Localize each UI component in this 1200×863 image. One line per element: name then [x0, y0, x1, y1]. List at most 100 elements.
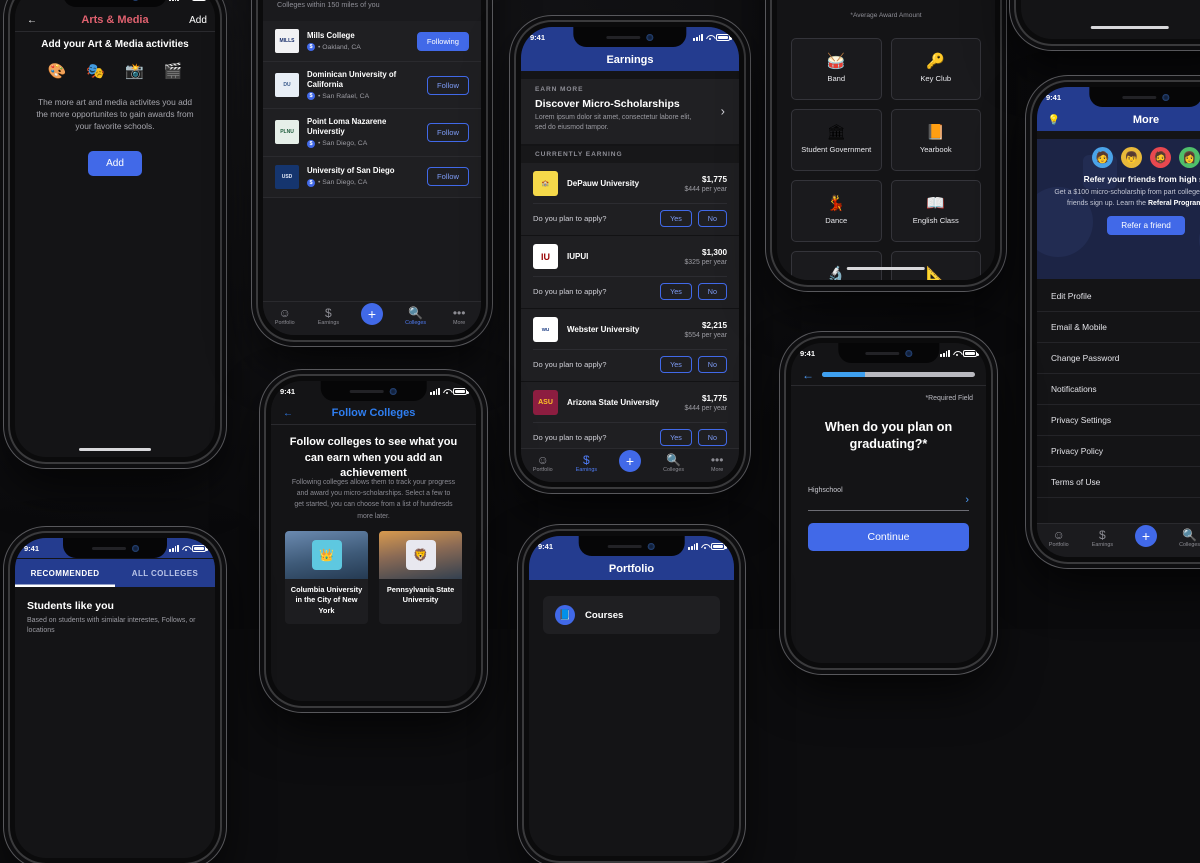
- cellular-icon: [688, 542, 698, 550]
- palette-icon: 🎨: [47, 63, 67, 80]
- menu-item-change-password[interactable]: Change Password: [1037, 343, 1200, 374]
- menu-item-terms-of-use[interactable]: Terms of Use: [1037, 467, 1200, 498]
- per-year-amount: $554 per year: [684, 331, 727, 339]
- avatar: 🧔: [1150, 147, 1171, 168]
- onboarding-nav: ←: [791, 364, 986, 386]
- refer-policy-link[interactable]: Referal Program Policy: [1148, 200, 1200, 207]
- menu-item-edit-profile[interactable]: Edit Profile: [1037, 281, 1200, 312]
- dollar-badge-icon: $: [307, 92, 315, 101]
- continue-button[interactable]: Continue: [808, 523, 969, 551]
- list-item[interactable]: MILLS Mills College $ • Oakland, CA Foll…: [263, 21, 481, 62]
- tab-portfolio[interactable]: ☺ Portfolio: [1037, 529, 1081, 548]
- add-action-button[interactable]: Add: [181, 15, 215, 26]
- menu-item-privacy-settings[interactable]: Privacy Settings: [1037, 405, 1200, 436]
- list-item[interactable]: PLNU Point Loma Nazarene Universtiy $ • …: [263, 109, 481, 157]
- more-menu-list[interactable]: Edit Profile Email & Mobile Change Passw…: [1037, 281, 1200, 523]
- tab-colleges[interactable]: 🔍 Colleges: [394, 307, 438, 326]
- wifi-icon: [182, 0, 190, 1]
- home-indicator: [79, 448, 151, 451]
- tab-earnings[interactable]: $ Earnings: [1081, 529, 1125, 548]
- yes-button[interactable]: Yes: [660, 356, 692, 373]
- follow-button[interactable]: Follow: [427, 122, 469, 142]
- college-card[interactable]: 🦁 Pennsylvania State University: [379, 531, 462, 625]
- section-subheading: Based on students with simialar interest…: [27, 617, 196, 635]
- plus-icon[interactable]: +: [1134, 525, 1157, 547]
- back-button[interactable]: ←: [802, 369, 814, 381]
- activity-cell-science-class[interactable]: 🔬Science Class: [791, 251, 882, 280]
- menu-item-privacy-policy[interactable]: Privacy Policy: [1037, 436, 1200, 467]
- follow-button[interactable]: Follow: [427, 75, 469, 95]
- activity-cell-key-club[interactable]: 🔑 Key Club: [890, 38, 981, 100]
- tab-portfolio[interactable]: ☺ Portfolio: [521, 454, 565, 473]
- activities-grid[interactable]: 🥁 Band 🔑 Key Club 🏛 Student Government 📙 Yea…: [791, 38, 981, 280]
- graduation-select[interactable]: Highschool ›: [808, 487, 969, 511]
- earn-more-promo[interactable]: EARN MORE Discover Micro-Scholarships Lo…: [521, 79, 739, 144]
- no-button[interactable]: No: [697, 283, 727, 300]
- college-name: Dominican University of California: [307, 70, 397, 90]
- menu-item-email-mobile[interactable]: Email & Mobile: [1037, 312, 1200, 343]
- refer-a-friend-button[interactable]: Refer a friend: [1107, 216, 1185, 235]
- college-card[interactable]: 👑 Columbia University in the City of New…: [285, 531, 368, 625]
- tab-bar[interactable]: ☺Portfolio $Earnings + 🔍Colleges •••More: [521, 448, 739, 482]
- tab-all-colleges[interactable]: ALL COLLEGES: [115, 559, 215, 587]
- yes-button[interactable]: Yes: [660, 429, 692, 446]
- chevron-right-icon[interactable]: ›: [721, 104, 725, 119]
- plus-icon[interactable]: +: [618, 450, 641, 472]
- follow-college-cards[interactable]: 👑 Columbia University in the City of New…: [285, 531, 462, 625]
- back-button[interactable]: ←: [15, 15, 49, 26]
- list-item[interactable]: ASU Arizona State University $1,775 $444…: [521, 382, 739, 448]
- tab-colleges[interactable]: 🔍 Colleges: [1168, 529, 1200, 548]
- earnings-list[interactable]: 🏫 DePauw University $1,775 $444 per year…: [521, 163, 739, 448]
- tab-add[interactable]: +: [608, 450, 652, 472]
- no-button[interactable]: No: [697, 210, 727, 227]
- tab-colleges[interactable]: 🔍 Colleges: [652, 454, 696, 473]
- activity-cell-math-class[interactable]: 📐Math Class: [890, 251, 981, 280]
- notch: [63, 0, 167, 7]
- back-button[interactable]: ←: [271, 408, 305, 419]
- lightbulb-icon[interactable]: 💡: [1037, 115, 1071, 126]
- arts-media-heading: Add your Art & Media activities: [41, 39, 189, 50]
- tab-recommended[interactable]: RECOMMENDED: [15, 559, 115, 587]
- tab-more[interactable]: ••• More: [437, 307, 481, 326]
- no-button[interactable]: No: [697, 356, 727, 373]
- college-list[interactable]: MILLS Mills College $ • Oakland, CA Foll…: [263, 21, 481, 301]
- activity-cell-dance[interactable]: 💃 Dance: [791, 180, 882, 242]
- camera-icon: [648, 542, 655, 550]
- notch: [578, 536, 685, 556]
- yes-button[interactable]: Yes: [660, 283, 692, 300]
- follow-button[interactable]: Following: [416, 31, 469, 51]
- tab-add[interactable]: +: [1124, 525, 1168, 547]
- battery-icon: [716, 33, 732, 41]
- list-item[interactable]: WU Webster University $2,215 $554 per ye…: [521, 309, 739, 382]
- activity-cell-yearbook[interactable]: 📙 Yearbook: [890, 109, 981, 171]
- per-year-amount: $325 per year: [684, 258, 727, 266]
- plus-icon[interactable]: +: [360, 303, 383, 325]
- tab-portfolio[interactable]: ☺ Portfolio: [263, 307, 307, 326]
- follow-button[interactable]: Follow: [427, 167, 469, 186]
- apply-question-row: Do you plan to apply? Yes No: [533, 203, 727, 235]
- activity-cell-band[interactable]: 🥁 Band: [791, 38, 882, 100]
- tab-earnings[interactable]: $ Earnings: [307, 307, 351, 326]
- chevron-right-icon[interactable]: ›: [965, 494, 969, 506]
- activity-cell-english-class[interactable]: 📖 English Class: [890, 180, 981, 242]
- segmented-tabs[interactable]: RECOMMENDED ALL COLLEGES: [15, 559, 215, 587]
- no-button[interactable]: No: [697, 429, 727, 446]
- tab-bar[interactable]: ☺Portfolio $Earnings + 🔍Colleges •••More: [263, 301, 481, 335]
- menu-item-notifications[interactable]: Notifications: [1037, 374, 1200, 405]
- list-item[interactable]: IU IUPUI $1,300 $325 per year Do you pla…: [521, 236, 739, 309]
- portfolio-courses-card[interactable]: 📘 Courses: [543, 596, 720, 634]
- yes-button[interactable]: Yes: [660, 210, 692, 227]
- tab-bar[interactable]: ☺Portfolio $Earnings + 🔍Colleges •••More: [1037, 523, 1200, 557]
- list-item[interactable]: DU Dominican University of California $ …: [263, 62, 481, 110]
- section-heading: Students like you: [27, 600, 114, 612]
- activity-cell-student-government[interactable]: 🏛 Student Government: [791, 109, 882, 171]
- tab-earnings[interactable]: $ Earnings: [565, 454, 609, 473]
- list-item[interactable]: USD University of San Diego $ • San Dieg…: [263, 156, 481, 198]
- list-item[interactable]: 🏫 DePauw University $1,775 $444 per year…: [521, 163, 739, 236]
- refer-body-line1: Get a $100 micro-scholarship from part: [1054, 189, 1176, 196]
- tab-more[interactable]: ••• More: [695, 454, 739, 473]
- tab-add[interactable]: +: [350, 303, 394, 325]
- add-button[interactable]: Add: [88, 150, 142, 176]
- dollar-icon: $: [325, 305, 332, 320]
- screen-colleges-list: Because You Live in San Francisco Colleg…: [263, 0, 481, 335]
